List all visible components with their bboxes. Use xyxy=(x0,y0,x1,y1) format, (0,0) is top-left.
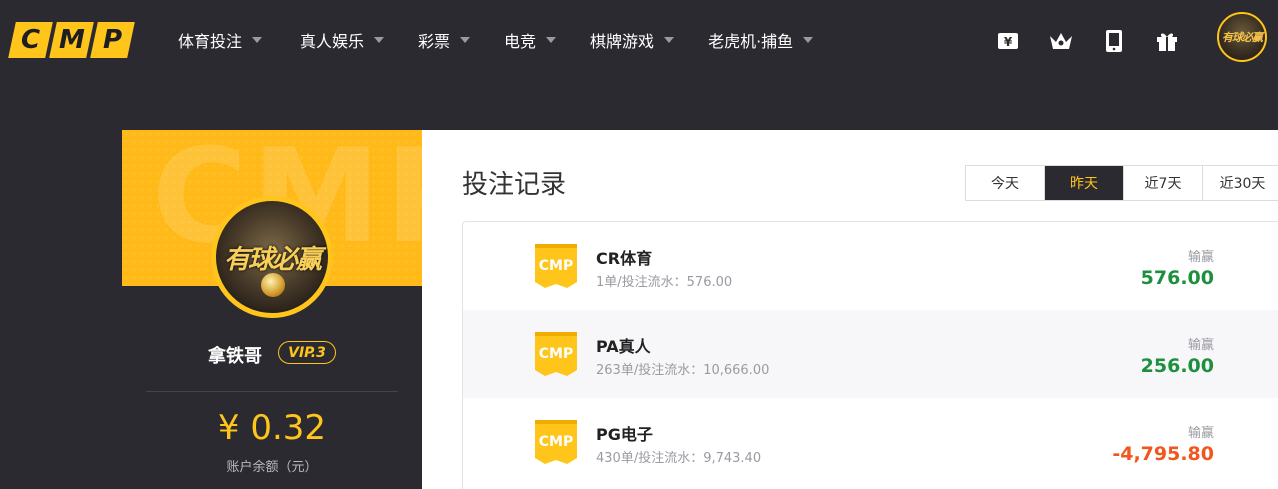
chevron-down-icon xyxy=(546,37,557,43)
list-item[interactable]: CMP PA真人 263单/投注流水：10,666.00 输赢 256.00 xyxy=(463,310,1278,398)
logo-letter-text: C xyxy=(20,25,41,55)
win-loss-label: 输赢 xyxy=(1187,426,1214,441)
nav-label: 老虎机·捕鱼 xyxy=(708,32,794,51)
header-icons: ¥ xyxy=(994,27,1206,55)
account-balance: ¥ 0.32 xyxy=(217,408,327,448)
avatar-slogan: 有球必赢 xyxy=(1222,31,1263,44)
chevron-down-icon xyxy=(664,37,675,43)
gift-icon[interactable] xyxy=(1153,27,1181,55)
tab-last-30-days[interactable]: 近30天 xyxy=(1203,166,1278,200)
yen-icon[interactable]: ¥ xyxy=(994,27,1022,55)
nav-item-lottery[interactable]: 彩票 xyxy=(418,28,471,52)
nav-label: 真人娱乐 xyxy=(300,32,365,51)
profile-avatar[interactable]: 有球必赢 xyxy=(211,196,333,318)
win-loss-amount: 256.00 xyxy=(1140,355,1214,377)
nav-item-slots-fishing[interactable]: 老虎机·捕鱼 xyxy=(708,28,814,52)
user-avatar[interactable]: 有球必赢 xyxy=(1217,12,1267,62)
tab-today[interactable]: 今天 xyxy=(966,166,1045,200)
date-range-tabs: 今天 昨天 近7天 近30天 xyxy=(965,165,1278,201)
record-name: PA真人 xyxy=(596,337,651,356)
cmp-logo[interactable]: C M P xyxy=(8,22,135,58)
chevron-down-icon xyxy=(252,37,263,43)
cmp-shield-icon: CMP xyxy=(535,332,577,376)
username: 拿铁哥 xyxy=(208,346,262,367)
top-navigation-bar: C M P 体育投注 真人娱乐 彩票 电竞 棋牌游戏 老虎机·捕鱼 ¥ 有球必赢 xyxy=(0,0,1278,80)
win-loss-amount: -4,795.80 xyxy=(1112,443,1214,465)
ball-icon xyxy=(261,273,285,297)
nav-item-esports[interactable]: 电竞 xyxy=(504,28,557,52)
divider xyxy=(146,391,398,392)
win-loss-amount: 576.00 xyxy=(1140,267,1214,289)
logo-letter: C xyxy=(8,22,53,58)
nav-label: 彩票 xyxy=(418,32,451,51)
record-summary: 1单/投注流水：576.00 xyxy=(596,275,733,290)
record-summary: 430单/投注流水：9,743.40 xyxy=(596,451,762,466)
account-balance-label: 账户余额（元） xyxy=(226,460,318,475)
logo-letter: M xyxy=(49,22,94,58)
record-name: CR体育 xyxy=(596,249,653,268)
records-list: CMP CR体育 1单/投注流水：576.00 输赢 576.00 CMP PA… xyxy=(462,221,1278,489)
cmp-shield-icon: CMP xyxy=(535,420,577,464)
list-item[interactable]: CMP CR体育 1单/投注流水：576.00 输赢 576.00 xyxy=(463,222,1278,310)
chevron-down-icon xyxy=(460,37,471,43)
bet-records-panel: 投注记录 今天 昨天 近7天 近30天 CMP CR体育 1单/投注流水：576… xyxy=(422,130,1278,489)
logo-letter-text: P xyxy=(102,25,123,55)
main-nav: 体育投注 真人娱乐 彩票 电竞 棋牌游戏 老虎机·捕鱼 xyxy=(178,28,847,52)
nav-label: 电竞 xyxy=(504,32,537,51)
chevron-down-icon xyxy=(803,37,814,43)
avatar-slogan: 有球必赢 xyxy=(223,244,322,275)
logo-letter-text: M xyxy=(58,25,85,55)
chevron-down-icon xyxy=(374,37,385,43)
nav-label: 体育投注 xyxy=(178,32,243,51)
win-loss-label: 输赢 xyxy=(1187,338,1214,353)
win-loss-label: 输赢 xyxy=(1187,250,1214,265)
crown-icon[interactable] xyxy=(1047,27,1075,55)
logo-letter: P xyxy=(90,22,135,58)
tab-yesterday[interactable]: 昨天 xyxy=(1045,166,1124,200)
nav-label: 棋牌游戏 xyxy=(590,32,655,51)
badge-text: CMP xyxy=(539,258,573,274)
badge-text: CMP xyxy=(539,434,573,450)
mobile-icon[interactable] xyxy=(1100,27,1128,55)
cmp-shield-icon: CMP xyxy=(535,244,577,288)
nav-item-sports[interactable]: 体育投注 xyxy=(178,28,266,52)
tab-last-7-days[interactable]: 近7天 xyxy=(1124,166,1203,200)
record-name: PG电子 xyxy=(596,425,653,444)
profile-panel: CMP 有球必赢 拿铁哥 VIP.3 ¥ 0.32 账户余额（元） xyxy=(122,130,422,489)
list-item[interactable]: CMP PG电子 430单/投注流水：9,743.40 输赢 -4,795.80 xyxy=(463,398,1278,486)
svg-text:¥: ¥ xyxy=(1004,35,1013,49)
vip-badge: VIP.3 xyxy=(278,341,336,364)
nav-item-card-games[interactable]: 棋牌游戏 xyxy=(590,28,675,52)
record-summary: 263单/投注流水：10,666.00 xyxy=(596,363,770,378)
nav-item-live-casino[interactable]: 真人娱乐 xyxy=(300,28,385,52)
page-title: 投注记录 xyxy=(462,170,567,200)
badge-text: CMP xyxy=(539,346,573,362)
